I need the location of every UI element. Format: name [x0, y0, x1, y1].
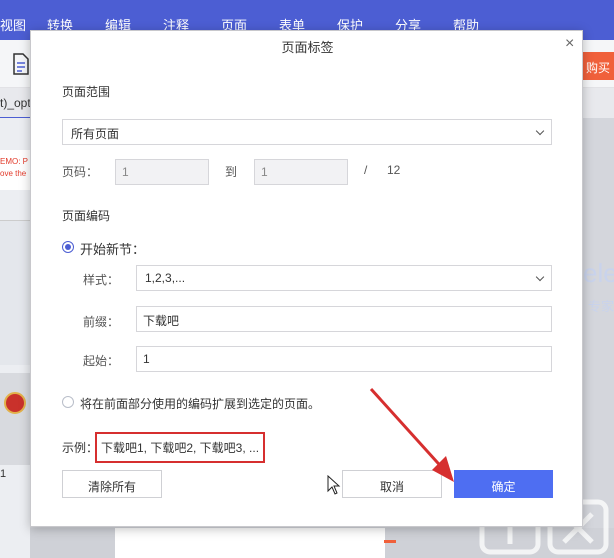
document-page — [115, 528, 385, 558]
thumbnail-page-number: 1 — [0, 468, 7, 480]
example-label: 示例： — [62, 441, 99, 455]
example-preview: 下载吧1, 下载吧2, 下载吧3, ... — [95, 432, 266, 463]
thumbnail-text: EMO: P ove the — [0, 157, 29, 178]
to-label: 到 — [225, 165, 238, 179]
page-labels-dialog: 页面标签 × 页面范围 所有页面 页码： 1 到 1 / 12 页面编码 开始新… — [30, 30, 583, 527]
new-section-label[interactable]: 开始新节： — [80, 239, 145, 258]
dialog-title: 页面标签 — [281, 40, 334, 55]
new-section-radio[interactable] — [62, 241, 74, 253]
page-range-select[interactable]: 所有页面 — [62, 119, 552, 145]
page-numbering-heading: 页面编码 — [62, 209, 111, 223]
extend-numbering-label[interactable]: 将在前面部分使用的编码扩展到选定的页面。 — [80, 395, 320, 412]
document-tab-label[interactable]: t)_opt — [0, 96, 31, 110]
annotation-arrow-icon — [369, 387, 454, 482]
close-icon[interactable]: × — [565, 35, 574, 53]
page-number-label: 页码： — [62, 165, 99, 179]
emblem-icon — [4, 392, 26, 414]
extend-numbering-radio[interactable] — [62, 396, 74, 408]
buy-button[interactable]: 购买 — [583, 52, 614, 80]
watermark-text: 专家 — [588, 299, 614, 314]
watermark-text: ele — [583, 258, 614, 288]
chevron-down-icon — [535, 272, 545, 282]
page-marker — [384, 540, 396, 543]
file-icon[interactable] — [10, 52, 30, 76]
style-value: 1,2,3,... — [145, 271, 186, 285]
page-range-value: 所有页面 — [71, 127, 120, 141]
page-from-input[interactable]: 1 — [115, 159, 209, 185]
style-select[interactable]: 1,2,3,... — [136, 265, 552, 291]
clear-all-button[interactable]: 清除所有 — [62, 470, 162, 498]
prefix-input[interactable]: 下载吧 — [136, 306, 552, 332]
start-label: 起始： — [83, 354, 120, 368]
menu-item-view[interactable]: 视图 — [0, 15, 26, 34]
chevron-down-icon — [535, 126, 545, 136]
page-to-input[interactable]: 1 — [254, 159, 348, 185]
thumbnail-page[interactable] — [0, 373, 30, 465]
ok-button[interactable]: 确定 — [454, 470, 553, 498]
prefix-label: 前缀： — [83, 315, 120, 329]
style-label: 样式： — [83, 273, 120, 287]
slash-separator: / — [364, 163, 368, 177]
total-pages: 12 — [387, 163, 401, 177]
mouse-cursor-icon — [327, 475, 341, 495]
page-range-heading: 页面范围 — [62, 85, 111, 99]
start-input[interactable]: 1 — [136, 346, 552, 372]
thumbnail-page[interactable] — [0, 220, 30, 365]
